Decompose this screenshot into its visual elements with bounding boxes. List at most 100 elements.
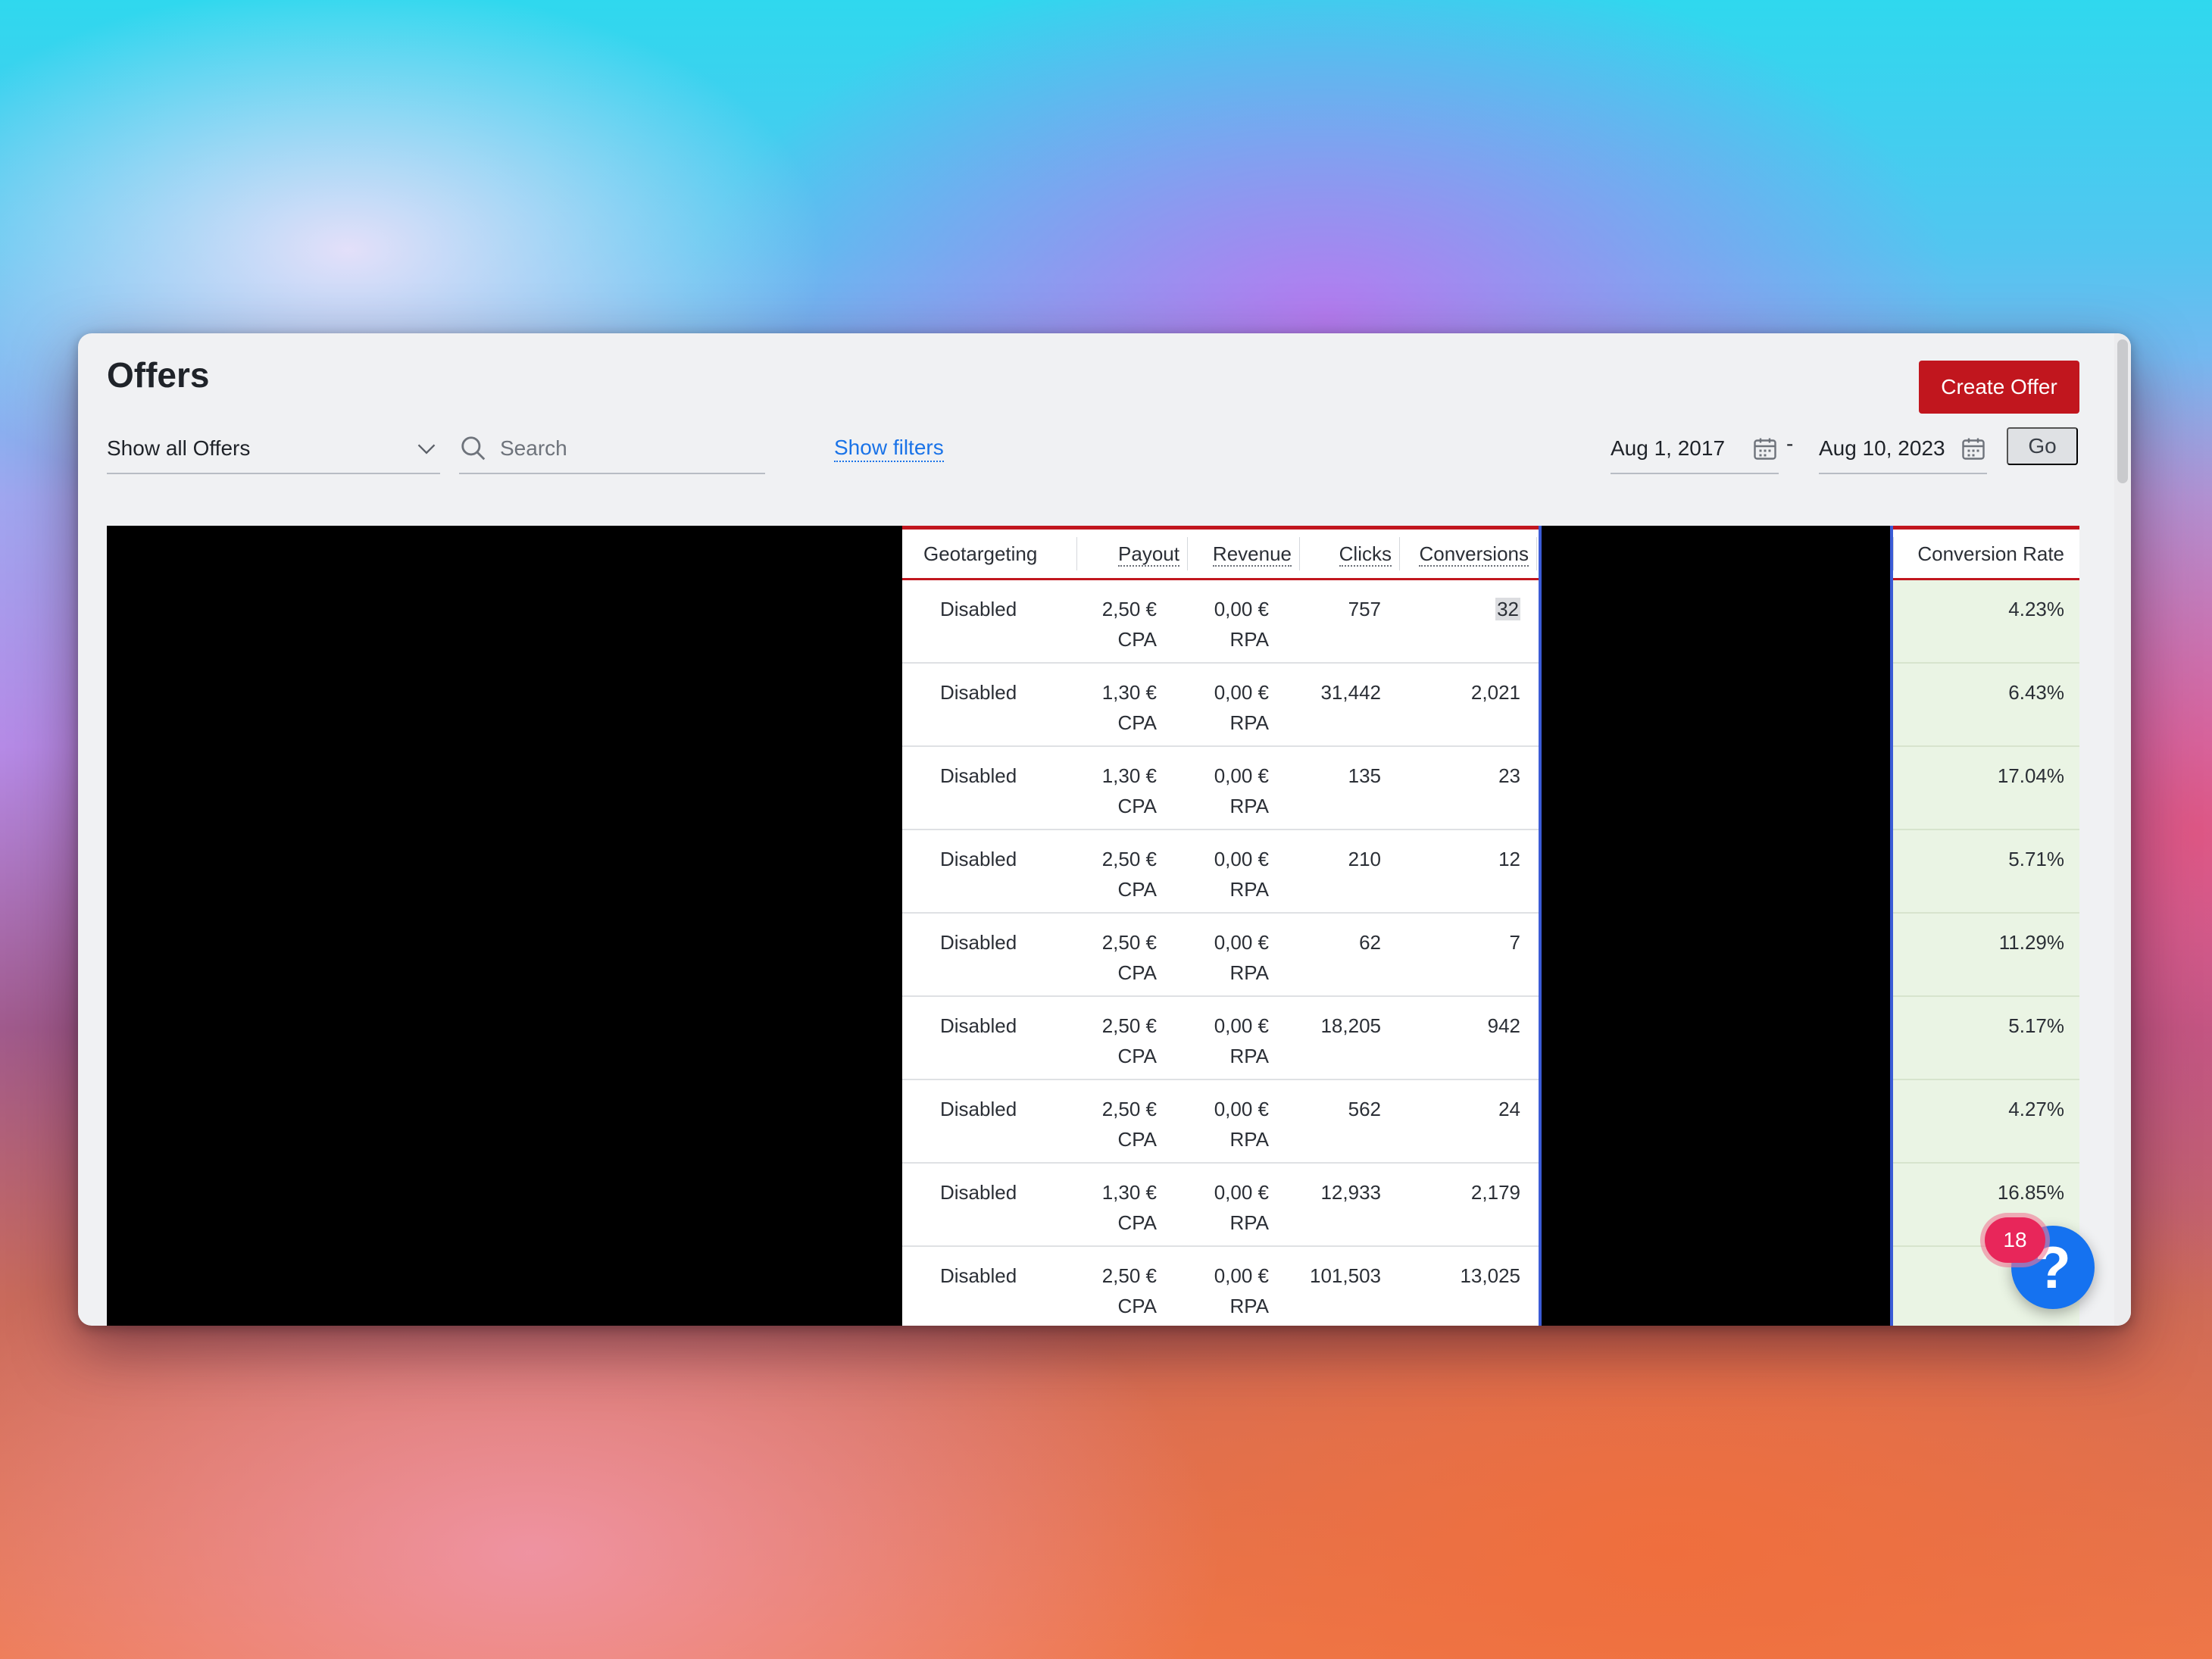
payout-type: CPA bbox=[1117, 795, 1157, 817]
conversion-rate-row: 11.29% bbox=[1893, 914, 2079, 997]
payout-type: CPA bbox=[1117, 878, 1157, 901]
cell-payout: 1,30 € CPA bbox=[1102, 761, 1157, 821]
cell-payout: 1,30 € CPA bbox=[1102, 677, 1157, 738]
cell-payout: 2,50 € CPA bbox=[1102, 927, 1157, 988]
cell-clicks: 18,205 bbox=[1320, 1014, 1381, 1037]
header-revenue[interactable]: Revenue bbox=[1187, 537, 1299, 570]
header-clicks[interactable]: Clicks bbox=[1299, 537, 1399, 570]
search-input[interactable] bbox=[498, 436, 744, 461]
cell-conversions: 7 bbox=[1509, 931, 1520, 954]
payout-type: CPA bbox=[1117, 628, 1157, 651]
cell-revenue: 0,00 € RPA bbox=[1214, 1177, 1269, 1238]
revenue-type: RPA bbox=[1229, 1045, 1269, 1067]
conversion-rate-row: 5.17% bbox=[1893, 997, 2079, 1080]
create-offer-button[interactable]: Create Offer bbox=[1919, 361, 2079, 414]
payout-type: CPA bbox=[1117, 1211, 1157, 1234]
header-conversion-rate[interactable]: Conversion Rate bbox=[1893, 537, 2079, 570]
date-to-value: Aug 10, 2023 bbox=[1819, 436, 1945, 460]
cell-conversion-rate: 16.85% bbox=[1997, 1181, 2064, 1204]
notification-badge[interactable]: 18 bbox=[1985, 1217, 2045, 1263]
cell-revenue: 0,00 € RPA bbox=[1214, 677, 1269, 738]
cell-conversion-rate: 4.27% bbox=[2008, 1098, 2064, 1120]
table-row[interactable]: Disabled 2,50 € CPA 0,00 € RPA 18,205 942 bbox=[902, 997, 1539, 1080]
calendar-icon[interactable] bbox=[1960, 435, 1987, 462]
offer-filter-select[interactable]: Show all Offers bbox=[107, 424, 440, 474]
revenue-type: RPA bbox=[1229, 1128, 1269, 1151]
cell-geotargeting: Disabled bbox=[940, 598, 1017, 620]
cell-clicks: 757 bbox=[1348, 598, 1381, 620]
table-row[interactable]: Disabled 2,50 € CPA 0,00 € RPA 210 12 bbox=[902, 830, 1539, 914]
revenue-value: 0,00 € bbox=[1214, 848, 1269, 870]
cell-revenue: 0,00 € RPA bbox=[1214, 927, 1269, 988]
cell-geotargeting: Disabled bbox=[940, 1181, 1017, 1204]
cell-clicks: 562 bbox=[1348, 1098, 1381, 1120]
table-row[interactable]: Disabled 1,30 € CPA 0,00 € RPA 31,442 2,02… bbox=[902, 664, 1539, 747]
page-scrollbar[interactable] bbox=[2114, 333, 2131, 1326]
header-clicks-label: Clicks bbox=[1339, 542, 1392, 567]
cell-geotargeting: Disabled bbox=[940, 931, 1017, 954]
cell-conversions[interactable]: 32 bbox=[1495, 594, 1520, 624]
offer-filter-value: Show all Offers bbox=[107, 436, 251, 460]
cell-payout: 1,30 € CPA bbox=[1102, 1177, 1157, 1238]
conversion-rate-row: 6.43% bbox=[1893, 664, 2079, 747]
table-row[interactable]: Disabled 1,30 € CPA 0,00 € RPA 135 23 bbox=[902, 747, 1539, 830]
payout-value: 1,30 € bbox=[1101, 764, 1157, 787]
payout-type: CPA bbox=[1117, 1045, 1157, 1067]
payout-type: CPA bbox=[1117, 1295, 1157, 1317]
cell-clicks: 31,442 bbox=[1320, 681, 1381, 704]
chevron-down-icon bbox=[417, 444, 436, 455]
go-button[interactable]: Go bbox=[2007, 427, 2078, 465]
cell-clicks: 62 bbox=[1359, 931, 1381, 954]
table-row[interactable]: Disabled 2,50 € CPA 0,00 € RPA 562 24 bbox=[902, 1080, 1539, 1164]
conversion-rate-column: 4.23% 6.43% 17.04% 5.71% 11.29% 5.17% 4.… bbox=[1893, 580, 2079, 1326]
conversion-rate-row: 4.23% bbox=[1893, 580, 2079, 664]
payout-type: CPA bbox=[1117, 961, 1157, 984]
cell-conversions: 942 bbox=[1487, 1014, 1520, 1037]
cell-conversion-rate: 4.23% bbox=[2008, 598, 2064, 620]
table-header-conversion-rate: Conversion Rate bbox=[1893, 530, 2079, 580]
cell-conversions: 24 bbox=[1498, 1098, 1520, 1120]
table-body: Disabled 2,50 € CPA 0,00 € RPA 757 32 Disa… bbox=[902, 580, 1539, 1326]
scrollbar-thumb[interactable] bbox=[2117, 339, 2128, 483]
revenue-type: RPA bbox=[1229, 1211, 1269, 1234]
cell-revenue: 0,00 € RPA bbox=[1214, 594, 1269, 655]
show-filters-link[interactable]: Show filters bbox=[834, 435, 944, 462]
table-row[interactable]: Disabled 2,50 € CPA 0,00 € RPA 101,503 13,… bbox=[902, 1247, 1539, 1326]
cell-revenue: 0,00 € RPA bbox=[1214, 1011, 1269, 1071]
cell-revenue: 0,00 € RPA bbox=[1214, 844, 1269, 904]
cell-conversion-rate: 11.29% bbox=[1998, 931, 2064, 954]
cell-payout: 2,50 € CPA bbox=[1102, 1261, 1157, 1321]
payout-type: CPA bbox=[1117, 711, 1157, 734]
header-conversions[interactable]: Conversions bbox=[1399, 537, 1537, 570]
revenue-type: RPA bbox=[1229, 711, 1269, 734]
cell-conversions: 13,025 bbox=[1460, 1264, 1520, 1287]
cell-revenue: 0,00 € RPA bbox=[1214, 1094, 1269, 1154]
header-geotargeting[interactable]: Geotargeting bbox=[902, 537, 1037, 570]
cell-conversions: 2,179 bbox=[1470, 1181, 1520, 1204]
payout-value: 2,50 € bbox=[1101, 1014, 1157, 1037]
cell-revenue: 0,00 € RPA bbox=[1214, 1261, 1269, 1321]
cell-conversions: 23 bbox=[1498, 764, 1520, 787]
header-payout[interactable]: Payout bbox=[1076, 537, 1187, 570]
date-from-field[interactable]: Aug 1, 2017 bbox=[1611, 424, 1779, 474]
offers-window: Offers Create Offer Show all Offers Show… bbox=[78, 333, 2131, 1326]
search-field[interactable] bbox=[459, 424, 765, 474]
cell-conversion-rate: 5.71% bbox=[2008, 848, 2064, 870]
revenue-value: 0,00 € bbox=[1214, 1264, 1269, 1287]
table-row[interactable]: Disabled 2,50 € CPA 0,00 € RPA 62 7 bbox=[902, 914, 1539, 997]
revenue-type: RPA bbox=[1229, 795, 1269, 817]
conversion-rate-row: 4.27% bbox=[1893, 1080, 2079, 1164]
date-from-value: Aug 1, 2017 bbox=[1611, 436, 1726, 460]
conversion-rate-row: 17.04% bbox=[1893, 747, 2079, 830]
table-row[interactable]: Disabled 2,50 € CPA 0,00 € RPA 757 32 bbox=[902, 580, 1539, 664]
calendar-icon[interactable] bbox=[1751, 435, 1779, 462]
payout-value: 2,50 € bbox=[1101, 1264, 1157, 1287]
cell-conversions: 12 bbox=[1498, 848, 1520, 870]
cell-conversions: 2,021 bbox=[1470, 681, 1520, 704]
table-row[interactable]: Disabled 1,30 € CPA 0,00 € RPA 12,933 2,17… bbox=[902, 1164, 1539, 1247]
date-to-field[interactable]: Aug 10, 2023 bbox=[1819, 424, 1987, 474]
payout-value: 2,50 € bbox=[1101, 848, 1157, 870]
date-separator: - bbox=[1786, 432, 1794, 455]
payout-value: 2,50 € bbox=[1101, 1098, 1157, 1120]
page-title: Offers bbox=[107, 355, 210, 395]
